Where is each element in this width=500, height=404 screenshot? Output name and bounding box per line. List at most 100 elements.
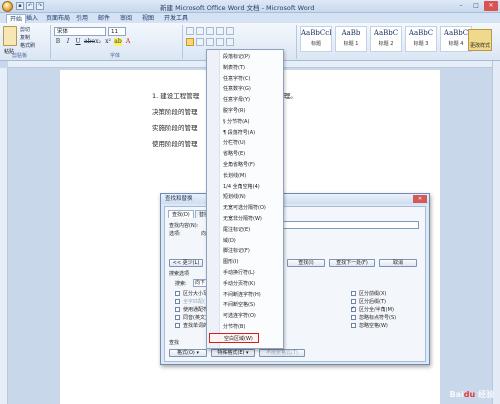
underline-icon[interactable]: U (74, 38, 82, 46)
tab-view[interactable]: 视图 (142, 14, 154, 23)
special-menu-item[interactable]: 长划线(M) (207, 171, 283, 182)
special-menu-item[interactable]: 手动换行符(L) (207, 268, 283, 279)
superscript-icon[interactable]: x² (104, 38, 112, 46)
special-menu-item[interactable]: 分栏符(U) (207, 138, 283, 149)
special-menu-item[interactable]: 省略号(E) (207, 149, 283, 160)
change-styles-button[interactable]: 更改样式 (468, 29, 492, 51)
save-icon[interactable]: ▪ (16, 2, 24, 10)
no-formatting-button[interactable]: 不限定格式(T) (259, 349, 305, 357)
format-button[interactable]: 格式(O) ▾ (169, 349, 207, 357)
tab-find[interactable]: 查找(D) (168, 210, 194, 218)
tab-mailings[interactable]: 邮件 (98, 14, 110, 23)
font-color-icon[interactable]: A (124, 38, 132, 46)
redo-icon[interactable]: ↷ (36, 2, 44, 10)
multilevel-list-icon[interactable] (206, 27, 214, 35)
special-menu-item[interactable]: 脱字号(R) (207, 106, 283, 117)
decrease-indent-icon[interactable] (216, 27, 224, 35)
dialog-close-button[interactable]: ✕ (413, 195, 427, 203)
tab-insert[interactable]: 插入 (26, 14, 38, 23)
special-menu-item[interactable]: 图形(I) (207, 257, 283, 268)
font-name-select[interactable]: 宋体 (54, 27, 106, 36)
style-sample: AaBb (341, 29, 361, 37)
style-heading-1[interactable]: AaBb 标题 1 (335, 26, 367, 52)
vertical-scrollbar[interactable] (492, 61, 500, 404)
find-next-button[interactable]: 查找下一处(F) (329, 259, 375, 267)
special-menu-item[interactable]: 1/4 全角空格(4) (207, 182, 283, 193)
special-menu-item[interactable]: ¶ 段落符号(A) (207, 128, 283, 139)
font-size-select[interactable]: 11 (108, 27, 126, 36)
search-direction-label: 搜索: (175, 281, 187, 287)
ignore-punctuation-checkbox[interactable] (351, 315, 356, 320)
strikethrough-icon[interactable]: abe (84, 38, 95, 46)
maximize-button[interactable]: □ (469, 1, 483, 11)
special-menu-item[interactable]: § 分节符(A) (207, 117, 283, 128)
special-menu-item[interactable]: 分节符(B) (207, 322, 283, 333)
copy-button[interactable]: 复制 (20, 34, 30, 41)
italic-icon[interactable]: I (64, 38, 72, 46)
numbering-icon[interactable] (196, 27, 204, 35)
special-menu-item[interactable]: 段落标记(P) (207, 52, 283, 63)
match-case-checkbox[interactable] (175, 291, 180, 296)
match-suffix-checkbox[interactable] (351, 299, 356, 304)
tab-home[interactable]: 开始 (6, 14, 27, 23)
style-heading-3[interactable]: AaBbC 标题 3 (405, 26, 437, 52)
cancel-button[interactable]: 取消 (379, 259, 417, 267)
special-menu-item[interactable]: 任意数字(G) (207, 84, 283, 95)
style-sample: AaBbC (408, 29, 434, 37)
special-menu-item[interactable]: 无宽非分隔符(W) (207, 214, 283, 225)
match-prefix-checkbox[interactable] (351, 291, 356, 296)
align-left-icon[interactable] (186, 38, 194, 46)
checkbox-label: 查找单词的 (183, 323, 209, 329)
subscript-icon[interactable]: x₂ (94, 38, 102, 46)
undo-icon[interactable]: ↶ (26, 2, 34, 10)
style-title[interactable]: AaBbCcDd 标题 (300, 26, 332, 52)
checkbox-label: 区分前缀(X) (359, 291, 387, 297)
bullets-icon[interactable] (186, 27, 194, 35)
word-forms-checkbox[interactable] (175, 323, 180, 328)
paste-button[interactable] (3, 26, 17, 46)
special-menu-item[interactable]: 尾注标记(E) (207, 225, 283, 236)
tab-review[interactable]: 审阅 (120, 14, 132, 23)
increase-indent-icon[interactable] (226, 27, 234, 35)
bold-icon[interactable]: B (54, 38, 62, 46)
ignore-whitespace-checkbox[interactable] (351, 323, 356, 328)
special-menu-item[interactable]: 域(D) (207, 236, 283, 247)
wildcards-checkbox[interactable] (175, 307, 180, 312)
tab-references[interactable]: 引用 (76, 14, 88, 23)
special-menu-item[interactable]: 不间断连字符(H) (207, 290, 283, 301)
whole-word-checkbox[interactable] (175, 299, 180, 304)
special-menu-item[interactable]: 制表符(T) (207, 63, 283, 74)
special-menu-item[interactable]: 空白区域(W) (209, 332, 259, 344)
special-menu-item[interactable]: 脚注标记(F) (207, 246, 283, 257)
vertical-ruler[interactable] (0, 68, 8, 404)
match-width-checkbox[interactable] (351, 305, 356, 312)
sounds-like-checkbox[interactable] (175, 315, 180, 320)
text-highlight-icon[interactable]: ab (114, 38, 122, 46)
find-in-button[interactable]: 查找(I) (287, 259, 325, 267)
checkbox-label: 忽略标点符号(S) (359, 315, 397, 321)
paragraph-row-1 (186, 27, 234, 35)
office-button[interactable] (2, 1, 13, 12)
special-menu-item[interactable]: 手动分页符(K) (207, 279, 283, 290)
special-menu-item[interactable]: 无宽可选分隔符(O) (207, 203, 283, 214)
special-menu-item[interactable]: 任意字母(Y) (207, 95, 283, 106)
special-menu-item[interactable]: 可选连字符(O) (207, 311, 283, 322)
search-options-label: 搜索选项 (169, 271, 190, 277)
line-spacing-icon[interactable] (226, 38, 234, 46)
minimize-button[interactable]: – (454, 1, 468, 11)
format-painter-button[interactable]: 格式刷 (20, 42, 35, 49)
special-menu-item[interactable]: 短划线(N) (207, 192, 283, 203)
cut-button[interactable]: 剪切 (20, 26, 30, 33)
special-menu-item[interactable]: 不间断空格(S) (207, 300, 283, 311)
less-button[interactable]: << 更少(L) (169, 259, 203, 267)
special-menu-item[interactable]: 全角省略号(F) (207, 160, 283, 171)
tab-developer[interactable]: 开发工具 (164, 14, 188, 23)
align-center-icon[interactable] (196, 38, 204, 46)
tab-page-layout[interactable]: 页面布局 (46, 14, 70, 23)
justify-icon[interactable] (216, 38, 224, 46)
special-button[interactable]: 特殊格式(E) ▾ (211, 349, 255, 357)
special-menu-item[interactable]: 任意字符(C) (207, 74, 283, 85)
close-button[interactable]: ✕ (484, 1, 498, 11)
style-heading-2[interactable]: AaBbC 标题 2 (370, 26, 402, 52)
align-right-icon[interactable] (206, 38, 214, 46)
